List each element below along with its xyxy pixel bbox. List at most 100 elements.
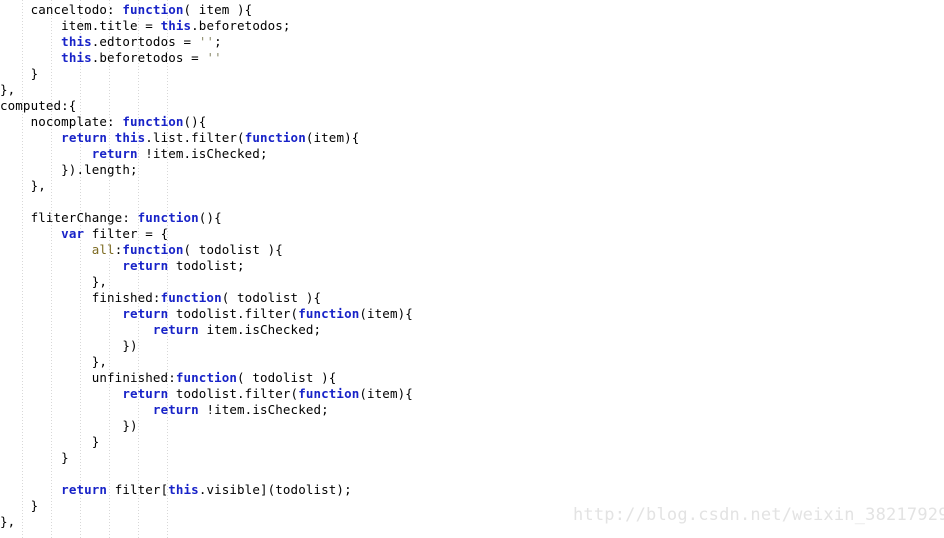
code-token: }): [0, 338, 138, 353]
code-token: finished:: [0, 290, 161, 305]
code-line[interactable]: },: [0, 354, 944, 370]
code-line[interactable]: finished:function( todolist ){: [0, 290, 944, 306]
code-token: filter[: [107, 482, 169, 497]
code-line[interactable]: [0, 466, 944, 482]
code-token: todolist;: [168, 258, 245, 273]
code-token: return this: [61, 130, 146, 145]
code-token: '': [198, 34, 215, 49]
code-token: }: [0, 450, 69, 465]
code-token: canceltodo:: [0, 2, 123, 17]
code-token: function: [137, 210, 199, 225]
code-token: this: [61, 34, 92, 49]
code-token: }).length;: [0, 162, 138, 177]
code-line[interactable]: var filter = {: [0, 226, 944, 242]
code-token: this: [160, 18, 192, 33]
code-token: return: [61, 482, 108, 497]
code-token: (item){: [305, 130, 360, 145]
code-token: (item){: [359, 306, 413, 321]
code-token: },: [0, 514, 16, 529]
code-token: this: [61, 50, 92, 65]
code-line[interactable]: return !item.isChecked;: [0, 146, 944, 162]
code-line[interactable]: return item.isChecked;: [0, 322, 944, 338]
code-token: .edtortodos =: [91, 34, 199, 49]
code-token: return: [152, 402, 199, 417]
code-line[interactable]: fliterChange: function(){: [0, 210, 944, 226]
code-line[interactable]: item.title = this.beforetodos;: [0, 18, 944, 34]
code-token: }: [0, 498, 39, 513]
code-line[interactable]: return todolist.filter(function(item){: [0, 386, 944, 402]
code-token: function: [175, 370, 238, 385]
code-token: unfinished:: [0, 370, 176, 385]
code-line[interactable]: return this.list.filter(function(item){: [0, 130, 944, 146]
code-token: var: [61, 226, 85, 241]
code-line[interactable]: unfinished:function( todolist ){: [0, 370, 944, 386]
code-token: function: [122, 242, 184, 257]
code-token: }: [0, 66, 39, 81]
code-editor[interactable]: canceltodo: function( item ){ item.title…: [0, 0, 944, 538]
code-token: .list.filter(: [145, 130, 245, 145]
code-token: function: [298, 306, 360, 321]
code-line[interactable]: return todolist.filter(function(item){: [0, 306, 944, 322]
code-token: return: [91, 146, 138, 161]
code-token: computed:{: [0, 98, 77, 113]
code-line[interactable]: this.edtortodos = '';: [0, 34, 944, 50]
code-line[interactable]: [0, 194, 944, 210]
code-token: }): [0, 418, 138, 433]
code-token: all: [91, 242, 115, 257]
code-token: function: [298, 386, 360, 401]
code-token: (item){: [359, 386, 413, 401]
code-line[interactable]: nocomplate: function(){: [0, 114, 944, 130]
code-token: .beforetodos =: [91, 50, 207, 65]
code-token: ( todolist ){: [183, 242, 283, 257]
code-line[interactable]: },: [0, 274, 944, 290]
code-token: },: [0, 82, 16, 97]
code-token: .visible](todolist);: [198, 482, 352, 497]
code-line[interactable]: canceltodo: function( item ){: [0, 2, 944, 18]
code-token: filter = {: [84, 226, 169, 241]
code-token: },: [0, 274, 108, 289]
code-token: !item.isChecked;: [198, 402, 329, 417]
code-line[interactable]: this.beforetodos = '': [0, 50, 944, 66]
code-token: todolist.filter(: [168, 386, 299, 401]
code-token: (){: [183, 114, 207, 129]
code-line[interactable]: }: [0, 434, 944, 450]
code-line[interactable]: }): [0, 338, 944, 354]
watermark-url: http://blog.csdn.net/weixin_38217929: [573, 505, 944, 525]
code-line[interactable]: all:function( todolist ){: [0, 242, 944, 258]
code-token: !item.isChecked;: [137, 146, 268, 161]
code-line[interactable]: return filter[this.visible](todolist);: [0, 482, 944, 498]
code-token: return: [122, 386, 169, 401]
code-token: ;: [214, 34, 222, 49]
code-line[interactable]: computed:{: [0, 98, 944, 114]
code-token: function: [244, 130, 306, 145]
code-token: },: [0, 178, 46, 193]
code-line[interactable]: return todolist;: [0, 258, 944, 274]
code-line[interactable]: }: [0, 450, 944, 466]
code-line[interactable]: },: [0, 82, 944, 98]
code-token: function: [160, 290, 222, 305]
code-token: nocomplate:: [0, 114, 123, 129]
code-text-area[interactable]: canceltodo: function( item ){ item.title…: [0, 0, 944, 530]
code-token: return: [152, 322, 199, 337]
code-line[interactable]: }: [0, 66, 944, 82]
code-line[interactable]: }): [0, 418, 944, 434]
code-token: }: [0, 434, 100, 449]
code-line[interactable]: return !item.isChecked;: [0, 402, 944, 418]
code-token: (){: [198, 210, 222, 225]
code-token: item.isChecked;: [198, 322, 322, 337]
code-line[interactable]: },: [0, 178, 944, 194]
code-token: function: [122, 2, 184, 17]
code-line[interactable]: }).length;: [0, 162, 944, 178]
code-token: },: [0, 354, 108, 369]
code-token: return: [122, 258, 169, 273]
